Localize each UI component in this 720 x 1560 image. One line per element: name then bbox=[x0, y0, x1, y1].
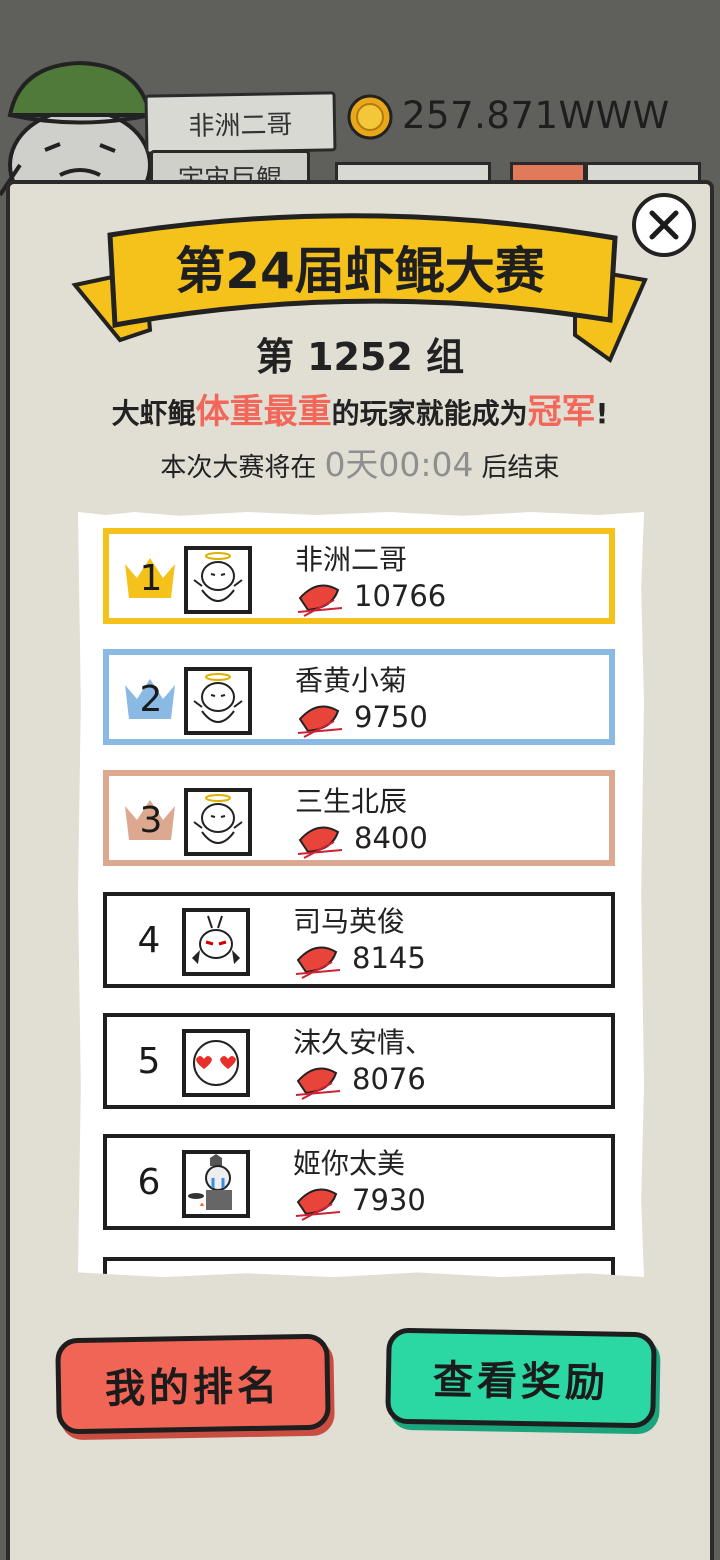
close-icon bbox=[649, 210, 679, 240]
leaderboard-list[interactable]: 1 非洲二哥 10766 2 香黄小菊 9750 3 三生北辰 8400 4 司… bbox=[78, 512, 644, 1277]
player-name: 三生北辰 bbox=[295, 785, 408, 818]
angel-bear-avatar-icon bbox=[184, 788, 252, 856]
shrimp-icon bbox=[295, 1067, 341, 1100]
rule-text: 大虾鲲体重最重的玩家就能成为冠军! bbox=[0, 384, 720, 433]
player-score: 8400 bbox=[354, 821, 428, 855]
close-button[interactable] bbox=[632, 193, 696, 257]
shrimp-icon bbox=[295, 1188, 341, 1221]
leaderboard-row[interactable]: 4 司马英俊 8145 bbox=[103, 892, 615, 988]
countdown-suffix: 后结束 bbox=[481, 453, 560, 483]
rank-number: 5 bbox=[137, 1041, 161, 1082]
shrimp-icon bbox=[297, 584, 343, 617]
countdown-text: 本次大赛将在 0天00:04 后结束 bbox=[0, 438, 720, 486]
leaderboard-row[interactable]: 3 三生北辰 8400 bbox=[103, 770, 615, 866]
crying-chef-avatar-icon bbox=[182, 1150, 250, 1218]
player-name-plate: 非洲二哥 bbox=[144, 91, 337, 155]
leaderboard-row[interactable]: 2 香黄小菊 9750 bbox=[103, 649, 615, 745]
player-name: 沫久安情、 bbox=[293, 1026, 434, 1059]
contest-title: 第24届虾鲲大赛 bbox=[175, 242, 546, 300]
angel-bear-avatar-icon bbox=[184, 546, 252, 614]
coin-icon bbox=[347, 94, 393, 140]
player-name: 司马英俊 bbox=[293, 905, 406, 938]
top-bar: 非洲二哥 宇宙巨鲲 257.871WWW bbox=[0, 0, 720, 200]
angel-bear-avatar-icon bbox=[184, 667, 252, 735]
view-rewards-button[interactable]: 查看奖励 bbox=[385, 1327, 657, 1429]
rule-middle: 的玩家就能成为 bbox=[331, 397, 528, 430]
rule-highlight-champion: 冠军 bbox=[527, 392, 596, 432]
rank-number: 1 bbox=[139, 558, 163, 599]
rule-suffix: ! bbox=[595, 397, 609, 430]
leaderboard-row[interactable]: 1 非洲二哥 10766 bbox=[103, 528, 615, 624]
rule-highlight-weight: 体重最重 bbox=[195, 392, 332, 432]
rank-number: 2 bbox=[139, 679, 163, 720]
leaderboard-row[interactable]: 6 姬你太美 7930 bbox=[103, 1134, 615, 1230]
shrimp-icon bbox=[295, 946, 341, 979]
shrimp-icon bbox=[297, 826, 343, 859]
devil-rabbit-avatar-icon bbox=[182, 908, 250, 976]
leaderboard-row[interactable]: 5 沫久安情、 8076 bbox=[103, 1013, 615, 1109]
player-name: 姬你太美 bbox=[293, 1147, 406, 1180]
my-rank-button[interactable]: 我的排名 bbox=[55, 1333, 331, 1435]
leaderboard-row[interactable] bbox=[103, 1257, 615, 1277]
player-name: 香黄小菊 bbox=[295, 664, 408, 697]
player-score: 7930 bbox=[352, 1183, 426, 1217]
heart-eyes-avatar-icon bbox=[182, 1029, 250, 1097]
player-score: 8145 bbox=[352, 941, 426, 975]
group-label: 第 1252 组 bbox=[255, 335, 465, 379]
player-score: 9750 bbox=[354, 700, 428, 734]
shrimp-icon bbox=[297, 705, 343, 738]
player-score: 8076 bbox=[352, 1062, 426, 1096]
rank-number: 6 bbox=[137, 1162, 161, 1203]
rule-prefix: 大虾鲲 bbox=[111, 397, 196, 430]
countdown-time: 0天00:04 bbox=[324, 445, 474, 484]
coin-balance: 257.871WWW bbox=[402, 94, 670, 137]
player-score: 10766 bbox=[354, 579, 447, 613]
rank-number: 3 bbox=[139, 800, 163, 841]
countdown-prefix: 本次大赛将在 bbox=[160, 453, 317, 483]
rank-number: 4 bbox=[137, 920, 161, 961]
player-name: 非洲二哥 bbox=[295, 543, 408, 576]
